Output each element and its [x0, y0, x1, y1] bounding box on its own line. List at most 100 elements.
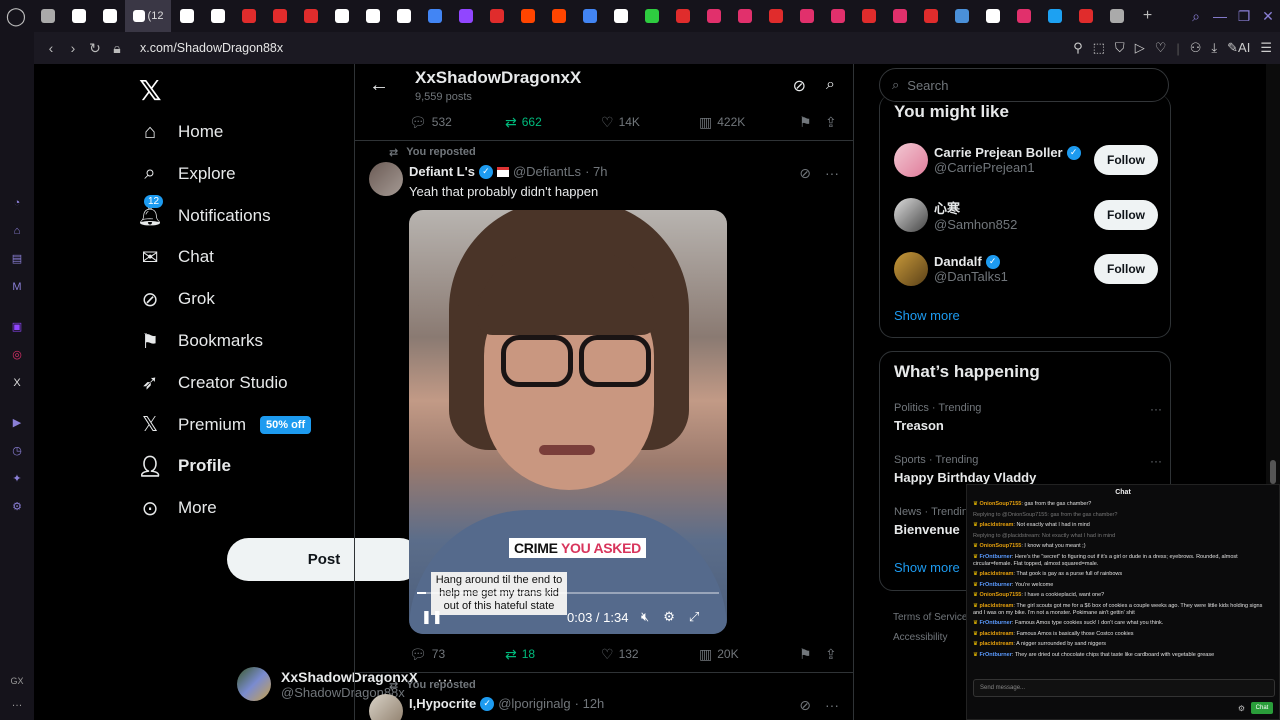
close-icon[interactable]: ✕ — [1256, 8, 1280, 25]
browser-tab[interactable] — [233, 0, 264, 32]
browser-tab[interactable] — [667, 0, 698, 32]
search-input[interactable]: ⌕ Search — [879, 68, 1169, 102]
browser-tab[interactable] — [760, 0, 791, 32]
bookmark-button[interactable]: ⚑ — [799, 114, 825, 131]
nav-item-explore[interactable]: ⌕ Explore — [138, 154, 235, 194]
accessibility-link[interactable]: Accessibility — [893, 628, 967, 648]
bookmark-button[interactable]: ⚑ — [799, 646, 825, 663]
chat-username[interactable]: OnionSoup7155 — [979, 592, 1021, 598]
gx-icon[interactable]: GX — [10, 674, 24, 688]
browser-tab[interactable] — [326, 0, 357, 32]
sidebar-more-icon[interactable]: … — [10, 696, 24, 710]
more-dots-icon[interactable]: ··· — [825, 165, 839, 182]
repost-button[interactable]: ⇄ 662 — [505, 114, 601, 131]
chat-username[interactable]: placidstream — [979, 631, 1013, 637]
suggested-account[interactable]: Dandalf ✓ @DanTalks1 Follow — [894, 249, 1158, 289]
tweet-author-name[interactable]: I,Hypocrite — [409, 696, 476, 711]
scrollbar-thumb[interactable] — [1270, 460, 1276, 484]
browser-tab[interactable] — [636, 0, 667, 32]
messenger-icon[interactable]: M — [10, 280, 24, 294]
browser-tab[interactable] — [481, 0, 512, 32]
chat-input[interactable]: Send message... — [973, 679, 1275, 697]
browser-tab[interactable] — [1008, 0, 1039, 32]
mute-icon[interactable]: 🔇︎ — [641, 609, 649, 625]
browser-tab[interactable] — [202, 0, 233, 32]
snapshot-icon[interactable]: ⬚ — [1093, 40, 1105, 56]
search-tabs-icon[interactable]: ⌕ — [1184, 8, 1208, 25]
twitch-icon[interactable]: ▣ — [10, 320, 24, 334]
show-more-link[interactable]: Show more — [894, 560, 960, 575]
follow-button[interactable]: Follow — [1094, 199, 1158, 230]
browser-tab[interactable] — [853, 0, 884, 32]
settings-gear-icon[interactable]: ⚙ — [663, 609, 675, 625]
grok-icon[interactable]: ⊘ — [793, 76, 806, 96]
browser-tab[interactable] — [791, 0, 822, 32]
browser-tab[interactable] — [1070, 0, 1101, 32]
like-button[interactable]: ♡ 132 — [601, 646, 699, 663]
browser-tab[interactable] — [729, 0, 760, 32]
nav-item-home[interactable]: ⌂ Home — [138, 112, 223, 152]
show-more-link[interactable]: Show more — [894, 308, 960, 323]
chat-username[interactable]: placidstream — [979, 641, 1013, 647]
minimize-icon[interactable]: — — [1208, 8, 1232, 24]
browser-tab[interactable] — [94, 0, 125, 32]
chat-username[interactable]: FrOntburner — [979, 582, 1011, 588]
browser-tab[interactable] — [884, 0, 915, 32]
browser-tab[interactable] — [264, 0, 295, 32]
ai-button[interactable]: ✎AI — [1227, 40, 1250, 56]
tweet-author-handle[interactable]: @lporiginalg — [498, 696, 570, 711]
nav-item-more[interactable]: ⊙ More — [138, 488, 217, 528]
pause-icon[interactable]: ❚❚ — [421, 609, 443, 625]
grok-icon[interactable]: ⊘ — [799, 697, 811, 714]
more-dots-icon[interactable]: ··· — [1150, 454, 1162, 468]
more-dots-icon[interactable]: ··· — [1150, 402, 1162, 416]
extensions-icon[interactable]: ✦ — [10, 472, 24, 486]
settings-icon[interactable]: ⚙ — [10, 500, 24, 514]
browser-tab[interactable] — [1039, 0, 1070, 32]
browser-tab[interactable] — [698, 0, 729, 32]
chat-settings-icon[interactable]: ⚙ — [1238, 704, 1245, 713]
url-field[interactable]: x.com/ShadowDragon88x — [140, 41, 283, 55]
chat-username[interactable]: OnionSoup7155 — [979, 543, 1021, 549]
profile-icon[interactable]: ⚇ — [1190, 40, 1202, 56]
browser-tab[interactable] — [915, 0, 946, 32]
reply-button[interactable]: 💬︎ 532 — [409, 114, 505, 131]
browser-tab[interactable] — [32, 0, 63, 32]
browser-tab[interactable] — [357, 0, 388, 32]
nav-item-profile[interactable]: 👤︎ Profile — [137, 446, 231, 486]
crypto-wallet-icon[interactable]: ⌂ — [10, 224, 24, 238]
history-icon[interactable]: ◷ — [10, 444, 24, 458]
more-dots-icon[interactable]: ··· — [825, 697, 839, 714]
chat-username[interactable]: OnionSoup7155 — [979, 501, 1021, 507]
aria-icon[interactable]: ◔ — [10, 196, 24, 210]
fullscreen-icon[interactable]: ⤢ — [689, 609, 699, 625]
like-button[interactable]: ♡ 14K — [601, 114, 699, 131]
x-sidebar-icon[interactable]: X — [10, 376, 24, 390]
browser-tab[interactable] — [419, 0, 450, 32]
x-logo-icon[interactable]: 𝕏 — [139, 74, 162, 107]
browser-tab[interactable] — [450, 0, 481, 32]
tweet-avatar[interactable] — [369, 694, 403, 720]
browser-tab[interactable] — [543, 0, 574, 32]
nav-item-chat[interactable]: ✉ Chat — [138, 237, 214, 277]
chat-username[interactable]: placidstream — [979, 603, 1013, 609]
opera-menu-icon[interactable]: ◯ — [0, 0, 32, 32]
repost-button[interactable]: ⇄ 18 — [505, 646, 601, 663]
chat-send-button[interactable]: Chat — [1251, 702, 1273, 714]
share-button[interactable]: ⇪ — [825, 646, 837, 663]
share-button[interactable]: ⇪ — [825, 114, 837, 131]
send-icon[interactable]: ▷ — [1135, 40, 1145, 56]
maximize-icon[interactable]: ❐ — [1232, 8, 1256, 25]
browser-tab[interactable]: (12 — [125, 0, 171, 32]
player-icon[interactable]: ▶ — [10, 416, 24, 430]
tweet-author-handle[interactable]: @DefiantLs — [513, 164, 581, 179]
nav-item-bookmarks[interactable]: ⚑ Bookmarks — [138, 321, 263, 361]
browser-tab[interactable] — [574, 0, 605, 32]
new-tab-icon[interactable]: + — [1132, 0, 1163, 32]
tweet-time[interactable]: · 12h — [575, 696, 605, 711]
nav-item-notifications[interactable]: 🔔︎ 12 Notifications — [137, 194, 271, 236]
browser-tab[interactable] — [946, 0, 977, 32]
browser-tab[interactable] — [388, 0, 419, 32]
instagram-icon[interactable]: ◎ — [10, 348, 24, 362]
trend-item[interactable]: Sports · Trending Happy Birthday Vladdy ··… — [894, 454, 1162, 485]
